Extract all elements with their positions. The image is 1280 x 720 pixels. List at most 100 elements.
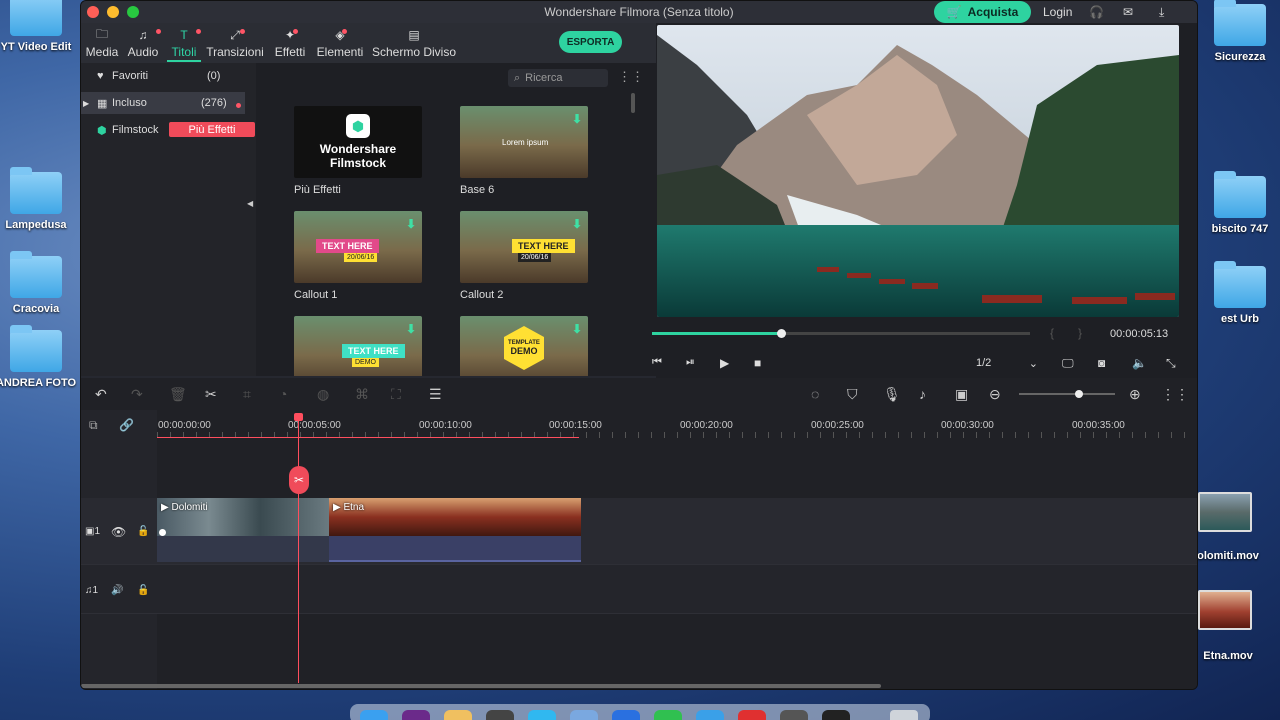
- keyframe-icon[interactable]: ⌘: [355, 386, 369, 403]
- dock-app-icon[interactable]: [696, 710, 724, 720]
- dock-app-icon[interactable]: [402, 710, 430, 720]
- desktop-folder-sicurezza[interactable]: Sicurezza: [1194, 0, 1280, 63]
- timeline-menu-icon[interactable]: ⋮⋮: [1161, 386, 1189, 403]
- title-card-base6[interactable]: ⬇ Lorem ipsum Base 6: [460, 106, 588, 196]
- playhead-line[interactable]: [298, 415, 299, 683]
- dock-app-icon[interactable]: [570, 710, 598, 720]
- speed-icon[interactable]: ◔: [279, 386, 287, 402]
- buy-button[interactable]: 🛒 Acquista: [934, 1, 1031, 23]
- collapse-panel-icon[interactable]: ◀: [247, 199, 253, 208]
- split-scissor-button[interactable]: ✂: [289, 466, 309, 494]
- pip-icon[interactable]: ▣: [955, 386, 968, 403]
- desktop-folder-yt[interactable]: YT Video Edit: [0, 0, 82, 53]
- support-icon[interactable]: 🎧: [1089, 1, 1104, 23]
- grid-view-icon[interactable]: ⋮⋮: [618, 69, 644, 85]
- dock-app-icon[interactable]: [780, 710, 808, 720]
- undo-icon[interactable]: ↶: [95, 386, 107, 403]
- mail-icon[interactable]: ✉: [1123, 1, 1133, 23]
- download-icon[interactable]: ⬇: [406, 322, 416, 336]
- playback-progress-knob[interactable]: [776, 329, 786, 338]
- tab-effetti[interactable]: ✦ Effetti: [272, 25, 308, 59]
- playhead-handle[interactable]: [294, 413, 303, 421]
- desktop-folder-biscito[interactable]: biscito 747: [1194, 171, 1280, 235]
- delete-icon[interactable]: 🗑: [169, 386, 187, 403]
- tab-audio[interactable]: ♫ Audio: [127, 25, 161, 59]
- step-forward-icon[interactable]: ⏯: [686, 356, 695, 369]
- login-button[interactable]: Login: [1043, 1, 1072, 23]
- download-icon[interactable]: ⬇: [572, 217, 582, 231]
- download-icon[interactable]: ⤓: [1159, 1, 1164, 23]
- tab-media[interactable]: 🗀 Media: [85, 25, 119, 60]
- more-effects-pill[interactable]: Più Effetti: [169, 122, 255, 137]
- tab-elementi[interactable]: ◈ Elementi: [315, 25, 365, 59]
- play-icon[interactable]: ▶: [720, 356, 729, 370]
- search-box[interactable]: ⌕ Ricerca: [508, 69, 608, 87]
- dock-app-icon[interactable]: [360, 710, 388, 720]
- add-track-icon[interactable]: ⧉: [89, 418, 98, 433]
- dock-app-icon[interactable]: [486, 710, 514, 720]
- title-card-demo[interactable]: ⬇ TEXT HERE DEMO: [294, 316, 422, 376]
- download-icon[interactable]: ⬇: [572, 112, 582, 126]
- tab-titoli[interactable]: T Titoli: [169, 25, 201, 59]
- included-row[interactable]: ▶ ▦ Incluso (276): [81, 92, 245, 114]
- favorites-row[interactable]: ♥ Favoriti (0): [81, 65, 256, 87]
- title-card-callout1[interactable]: ⬇ TEXT HERE 20/06/16 Callout 1: [294, 211, 422, 301]
- prev-frame-icon[interactable]: ⏮: [652, 356, 662, 369]
- dock-app-icon[interactable]: [444, 710, 472, 720]
- desktop-file-thumb-dolomiti[interactable]: [1198, 492, 1252, 532]
- preview-video-frame[interactable]: [657, 25, 1179, 317]
- marker-icon[interactable]: ⛉: [847, 386, 858, 403]
- download-icon[interactable]: ⬇: [406, 217, 416, 231]
- clip-dolomiti[interactable]: ▶ Dolomiti: [157, 498, 329, 562]
- zoom-out-icon[interactable]: ⊖: [989, 386, 1001, 403]
- timeline-horizontal-scrollbar[interactable]: [81, 684, 881, 688]
- playback-progress-track[interactable]: [652, 329, 1030, 338]
- mark-in-icon[interactable]: {: [1050, 326, 1054, 340]
- desktop-folder-andrea[interactable]: ANDREA FOTO: [0, 325, 82, 389]
- eye-icon[interactable]: 👁: [111, 525, 126, 539]
- adjust-icon[interactable]: ☰: [429, 386, 442, 403]
- mic-icon[interactable]: 🎙: [883, 386, 901, 403]
- crop-icon[interactable]: ⌗: [243, 386, 251, 403]
- quality-select[interactable]: 1/2 ⌄: [976, 357, 1038, 370]
- title-card-filmstock[interactable]: ⬢ Wondershare Filmstock Più Effetti: [294, 106, 422, 196]
- dock-app-icon[interactable]: [528, 710, 556, 720]
- lock-icon[interactable]: 🔓: [137, 585, 149, 596]
- clip-keyframe-dot[interactable]: [159, 529, 166, 536]
- desktop-folder-cracovia[interactable]: Cracovia: [0, 251, 82, 315]
- desktop-folder-urb[interactable]: est Urb: [1194, 261, 1280, 325]
- redo-icon[interactable]: ↷: [131, 386, 143, 403]
- dock-app-icon[interactable]: [654, 710, 682, 720]
- dock-app-icon[interactable]: [612, 710, 640, 720]
- zoom-slider-knob[interactable]: [1075, 390, 1083, 398]
- dock-trash-icon[interactable]: [890, 710, 918, 720]
- snapshot-icon[interactable]: ◙: [1098, 356, 1105, 370]
- stop-icon[interactable]: ■: [754, 356, 761, 370]
- fullscreen-icon[interactable]: ⤡: [1166, 356, 1176, 371]
- desktop-file-dolomiti[interactable]: olomiti.mov: [1188, 550, 1268, 562]
- lock-icon[interactable]: 🔓: [137, 526, 149, 537]
- export-button[interactable]: ESPORTA: [559, 31, 622, 53]
- dock-app-icon[interactable]: [738, 710, 766, 720]
- mark-out-icon[interactable]: }: [1078, 326, 1082, 340]
- link-icon[interactable]: 🔗: [119, 418, 134, 432]
- dock-app-icon[interactable]: [822, 710, 850, 720]
- audio-mix-icon[interactable]: ♪: [919, 386, 926, 402]
- display-icon[interactable]: 🖵: [1062, 356, 1074, 371]
- desktop-file-etna[interactable]: Etna.mov: [1188, 650, 1268, 662]
- download-icon[interactable]: ⬇: [572, 322, 582, 336]
- zoom-in-icon[interactable]: ⊕: [1129, 386, 1141, 403]
- volume-icon[interactable]: 🔈: [1132, 356, 1147, 370]
- cut-icon[interactable]: ✂: [205, 386, 217, 403]
- clip-etna[interactable]: ▶ Etna: [329, 498, 581, 562]
- tab-schermo-diviso[interactable]: ▤ Schermo Diviso: [370, 25, 458, 59]
- search-input[interactable]: Ricerca: [525, 72, 562, 84]
- speaker-icon[interactable]: 🔊: [111, 585, 123, 596]
- tab-transizioni[interactable]: ⤢ Transizioni: [205, 25, 265, 60]
- title-card-callout2[interactable]: ⬇ TEXT HERE 20/06/16 Callout 2: [460, 211, 588, 301]
- color-icon[interactable]: ◍: [317, 386, 329, 403]
- desktop-folder-lampedusa[interactable]: Lampedusa: [0, 167, 82, 231]
- render-icon[interactable]: ◌: [811, 386, 819, 402]
- desktop-file-thumb-etna[interactable]: [1198, 590, 1252, 630]
- title-card-template-demo[interactable]: ⬇ TEMPLATE DEMO: [460, 316, 588, 376]
